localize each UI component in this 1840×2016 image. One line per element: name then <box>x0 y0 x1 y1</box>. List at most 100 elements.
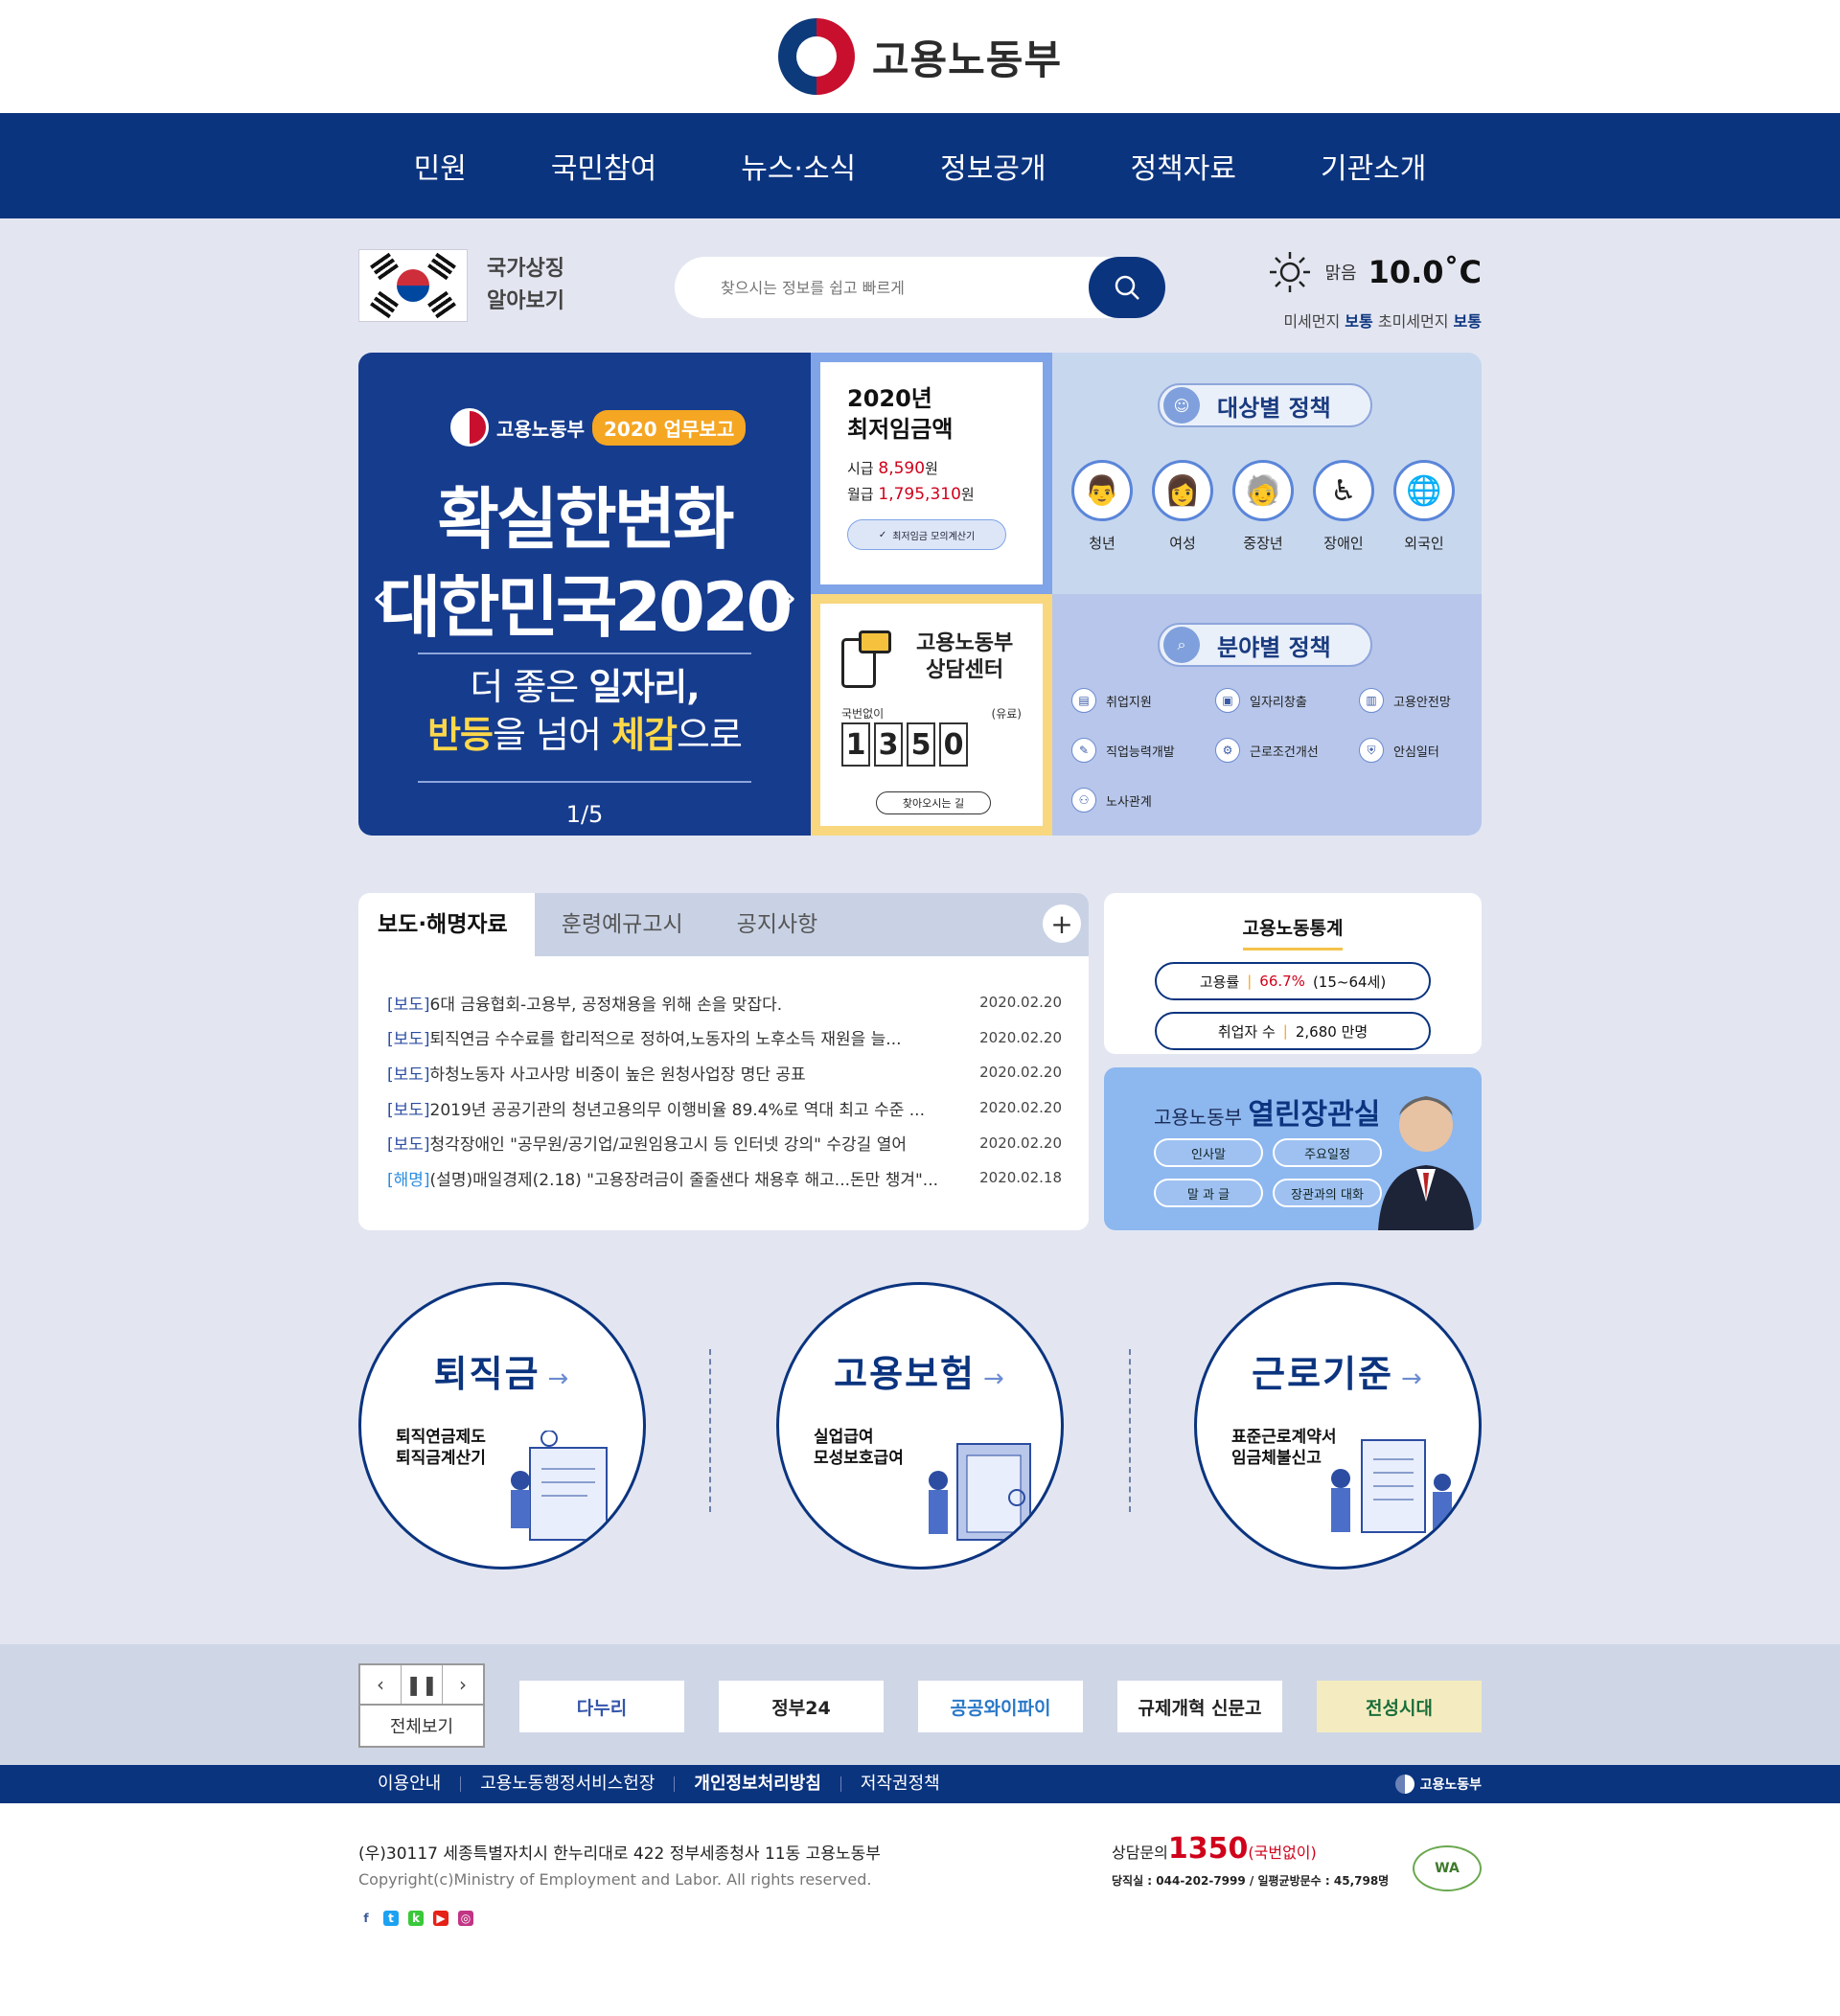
kakao-icon[interactable]: k <box>408 1911 424 1926</box>
minister-office: 고용노동부 열린장관실 인사말 주요일정 말 과 글 장관과의 대화 <box>1104 1067 1482 1230</box>
prev-icon[interactable]: ‹ <box>360 1665 402 1704</box>
banner-next-icon[interactable]: › <box>780 573 797 622</box>
weather-widget: 맑음 10.0˚C 미세먼지 보통 초미세먼지 보통 <box>1267 249 1482 332</box>
field-job-support[interactable]: ▤ 취업지원 <box>1071 688 1215 713</box>
info-column: 2020년 최저임금액 시급 8,590원 월급 1,795,310원 ✓ 최저임… <box>811 353 1052 836</box>
tab-regulations[interactable]: 훈령예규고시 <box>535 893 710 956</box>
trigram-icon <box>427 252 456 281</box>
target-list: 👨 청년 👩 여성 🧓 중장년 ♿ 장애인 🌐 외국인 <box>1071 460 1455 553</box>
ministry-logo[interactable]: 고용노동부 <box>777 18 1063 95</box>
board-row[interactable]: [보도]2019년 공공기관의 청년고용의무 이행비율 89.4%로 역대 최고… <box>387 1090 1062 1126</box>
twitter-icon[interactable]: t <box>383 1911 399 1926</box>
banner-org: 고용노동부 <box>496 417 585 441</box>
site-header: 고용노동부 <box>0 0 1840 113</box>
trigram-icon <box>370 290 399 319</box>
directions-button[interactable]: 찾아오시는 길 <box>876 791 991 814</box>
search-button[interactable] <box>1089 257 1165 318</box>
copyright-policy-link[interactable]: 저작권정책 <box>840 1775 959 1793</box>
field-job-creation[interactable]: ▣ 일자리창출 <box>1215 688 1359 713</box>
tab-notices[interactable]: 공지사항 <box>710 893 845 956</box>
service-charter-link[interactable]: 고용노동행정서비스헌장 <box>460 1775 674 1793</box>
employment-insurance-circle[interactable]: 고용보험 → 실업급여 모성보호급여 <box>776 1282 1064 1569</box>
usage-guide-link[interactable]: 이용안내 <box>358 1775 460 1793</box>
footer-copyright: Copyright(c)Ministry of Employment and L… <box>358 1870 872 1889</box>
severance-pay-circle[interactable]: 퇴직금 → 퇴직연금제도 퇴직금계산기 <box>358 1282 646 1569</box>
board-row[interactable]: [보도]청각장애인 "공무원/공기업/교원임용고시 등 인터넷 강의" 수강길 … <box>387 1125 1062 1160</box>
field-work-conditions[interactable]: ⚙ 근로조건개선 <box>1215 738 1359 763</box>
row-tag: [보도] <box>387 1135 430 1156</box>
regulation-reform-logo[interactable]: 규제개혁 신문고 <box>1117 1681 1282 1732</box>
logo-text: 고용노동부 <box>871 35 1063 83</box>
more-plus-icon[interactable]: + <box>1043 905 1081 943</box>
target-foreigner[interactable]: 🌐 외국인 <box>1393 460 1455 553</box>
web-accessibility-mark-icon[interactable]: WA <box>1413 1845 1482 1891</box>
circle-title: 퇴직금 <box>433 1353 540 1395</box>
banner-sub-text: 더 좋은 <box>470 666 589 708</box>
golden-age-logo[interactable]: 전성시대 <box>1317 1681 1482 1732</box>
banner-tag: 2020 업무보고 <box>592 409 747 446</box>
side-column: 고용노동통계 고용률 | 66.7% (15~64세) 취업자 수 | 2,680 만명 … <box>1104 893 1482 1230</box>
target-middle-aged[interactable]: 🧓 중장년 <box>1232 460 1294 553</box>
nav-news[interactable]: 뉴스·소식 <box>699 145 898 187</box>
footer-nav: 이용안내 고용노동행정서비스헌장 개인정보처리방침 저작권정책 고용노동부 <box>0 1765 1840 1803</box>
national-flag-icon[interactable] <box>358 249 468 322</box>
public-wifi-logo[interactable]: 공공와이파이 <box>918 1681 1083 1732</box>
monthly-wage: 월급 1,795,310원 <box>847 484 1016 504</box>
field-labor-relations[interactable]: ⚇ 노사관계 <box>1071 788 1215 813</box>
nav-participation[interactable]: 국민참여 <box>509 145 699 187</box>
wage-calculator-button[interactable]: ✓ 최저임금 모의계산기 <box>847 519 1006 550</box>
trigram-icon <box>427 290 456 319</box>
employment-rate-pill[interactable]: 고용률 | 66.7% (15~64세) <box>1155 962 1431 1000</box>
footer-address: (우)30117 세종특별자치시 한누리대로 422 정부세종청사 11동 고용… <box>358 1844 881 1864</box>
danuri-logo[interactable]: 다누리 <box>519 1681 684 1732</box>
target-disabled[interactable]: ♿ 장애인 <box>1313 460 1374 553</box>
banner-headline: 확실한변화 대한민국2020 <box>358 475 811 652</box>
employed-count-pill[interactable]: 취업자 수 | 2,680 만명 <box>1155 1012 1431 1050</box>
arrow-right-icon: → <box>1401 1364 1424 1393</box>
banner-counter: 1/5 <box>565 801 604 828</box>
youtube-icon[interactable]: ▶ <box>433 1911 448 1926</box>
nav-info-disclosure[interactable]: 정보공개 <box>898 145 1088 187</box>
board-row[interactable]: [해명](설명)매일경제(2.18) "고용장려금이 줄줄샌다 채용후 해고..… <box>387 1160 1062 1196</box>
instagram-icon[interactable]: ◎ <box>458 1911 473 1926</box>
employed-label: 취업자 수 <box>1217 1022 1276 1041</box>
gov24-logo[interactable]: 정부24 <box>719 1681 884 1732</box>
field-skill-dev[interactable]: ✎ 직업능력개발 <box>1071 738 1215 763</box>
divider <box>1129 1349 1131 1512</box>
field-label: 직업능력개발 <box>1106 745 1175 760</box>
row-date: 2020.02.20 <box>979 1028 1062 1046</box>
nav-about[interactable]: 기관소개 <box>1278 145 1468 187</box>
privacy-policy-link[interactable]: 개인정보처리방침 <box>674 1775 840 1793</box>
facebook-icon[interactable]: f <box>358 1911 374 1926</box>
target-women[interactable]: 👩 여성 <box>1152 460 1213 553</box>
board-row[interactable]: [보도]6대 금융협회-고용부, 공정채용을 위해 손을 맞잡다. 2020.02… <box>387 985 1062 1020</box>
schedule-button[interactable]: 주요일정 <box>1273 1138 1382 1167</box>
labor-standards-circle[interactable]: 근로기준 → 표준근로계약서 임금체불신고 <box>1194 1282 1482 1569</box>
digit: 5 <box>907 722 935 767</box>
row-tag: [보도] <box>387 1065 430 1085</box>
board-row[interactable]: [보도]하청노동자 사고사망 비중이 높은 원청사업장 명단 공표 2020.02… <box>387 1055 1062 1090</box>
national-symbol-link[interactable]: 국가상징 알아보기 <box>487 253 583 318</box>
view-all-button[interactable]: 전체보기 <box>358 1706 485 1748</box>
tab-press-release[interactable]: 보도·해명자료 <box>358 893 535 956</box>
main-banner[interactable]: 고용노동부 2020 업무보고 확실한변화 대한민국2020 더 좋은 일자리,… <box>358 353 811 836</box>
nav-civil[interactable]: 민원 <box>372 145 509 187</box>
field-safety-net[interactable]: ▥ 고용안전망 <box>1359 688 1474 713</box>
greeting-button[interactable]: 인사말 <box>1154 1138 1263 1167</box>
speech-button[interactable]: 말 과 글 <box>1154 1179 1263 1207</box>
nav-policy[interactable]: 정책자료 <box>1089 145 1278 187</box>
target-youth[interactable]: 👨 청년 <box>1071 460 1133 553</box>
target-policy-title[interactable]: ☺ 대상별 정책 <box>1158 383 1372 427</box>
field-policy-title[interactable]: ⌕ 분야별 정책 <box>1158 623 1372 667</box>
dialogue-button[interactable]: 장관과의 대화 <box>1273 1179 1382 1207</box>
pause-icon[interactable]: ❚❚ <box>402 1665 443 1704</box>
banner-prev-icon[interactable]: ‹ <box>372 573 389 622</box>
separator: | <box>1247 973 1253 990</box>
row-tag: [보도] <box>387 1100 430 1120</box>
news-board: 보도·해명자료 훈령예규고시 공지사항 + [보도]6대 금융협회-고용부, 공… <box>358 893 1089 1230</box>
next-icon[interactable]: › <box>443 1665 483 1704</box>
field-safe-workplace[interactable]: ⛨ 안심일터 <box>1359 738 1474 763</box>
check-icon: ✓ <box>878 529 887 540</box>
search-input[interactable] <box>721 278 1066 297</box>
board-row[interactable]: [보도]퇴직연금 수수료를 합리적으로 정하여,노동자의 노후소득 재원을 늘.… <box>387 1020 1062 1056</box>
